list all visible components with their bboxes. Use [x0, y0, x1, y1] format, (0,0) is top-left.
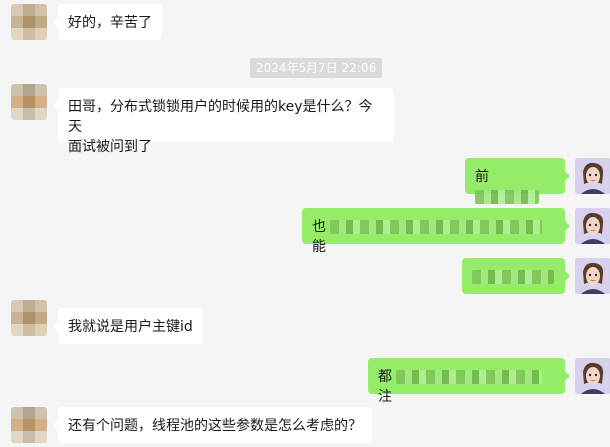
redacted-text: [396, 370, 543, 384]
portrait-avatar-icon: [575, 158, 610, 194]
message-text-visible: 前: [475, 169, 489, 185]
contact-avatar[interactable]: [11, 300, 47, 336]
incoming-message-bubble[interactable]: 田哥，分布式锁锁用户的时候用的key是什么？今天 面试被问到了: [53, 88, 394, 155]
outgoing-message-bubble[interactable]: 都 注: [368, 358, 570, 405]
message-text-line-2: 面试被问到了: [68, 139, 152, 155]
outgoing-message-bubble[interactable]: 也 能: [302, 208, 570, 255]
incoming-message-bubble[interactable]: 好的，辛苦了: [53, 4, 162, 40]
redacted-text: [475, 190, 539, 204]
my-avatar[interactable]: [575, 208, 610, 244]
incoming-message-bubble[interactable]: 我就说是用户主键id: [53, 308, 203, 344]
outgoing-message-bubble[interactable]: 前: [465, 158, 570, 204]
message-text-visible-end: 能: [312, 239, 326, 255]
message-text-visible: 也: [312, 219, 326, 235]
redacted-text: [330, 220, 543, 234]
portrait-avatar-icon: [575, 208, 610, 244]
portrait-avatar-icon: [575, 358, 610, 394]
message-text: 我就说是用户主键id: [68, 319, 193, 335]
message-text-visible-end: 注: [378, 389, 392, 405]
message-text: 好的，辛苦了: [68, 15, 152, 31]
message-text-line-1: 田哥，分布式锁锁用户的时候用的key是什么？今天: [68, 99, 373, 135]
contact-avatar[interactable]: [11, 84, 47, 120]
my-avatar[interactable]: [575, 158, 610, 194]
contact-avatar[interactable]: [11, 407, 47, 443]
my-avatar[interactable]: [575, 258, 610, 294]
portrait-avatar-icon: [575, 258, 610, 294]
incoming-message-bubble[interactable]: 还有个问题，线程池的这些参数是怎么考虑的？: [53, 407, 372, 443]
outgoing-message-bubble[interactable]: [462, 258, 570, 294]
redacted-text: [472, 270, 554, 284]
message-text-visible: 都: [378, 369, 392, 385]
my-avatar[interactable]: [575, 358, 610, 394]
message-timestamp: 2024年5月7日 22:06: [250, 58, 383, 78]
message-text: 还有个问题，线程池的这些参数是怎么考虑的？: [68, 418, 362, 434]
contact-avatar[interactable]: [11, 4, 47, 40]
